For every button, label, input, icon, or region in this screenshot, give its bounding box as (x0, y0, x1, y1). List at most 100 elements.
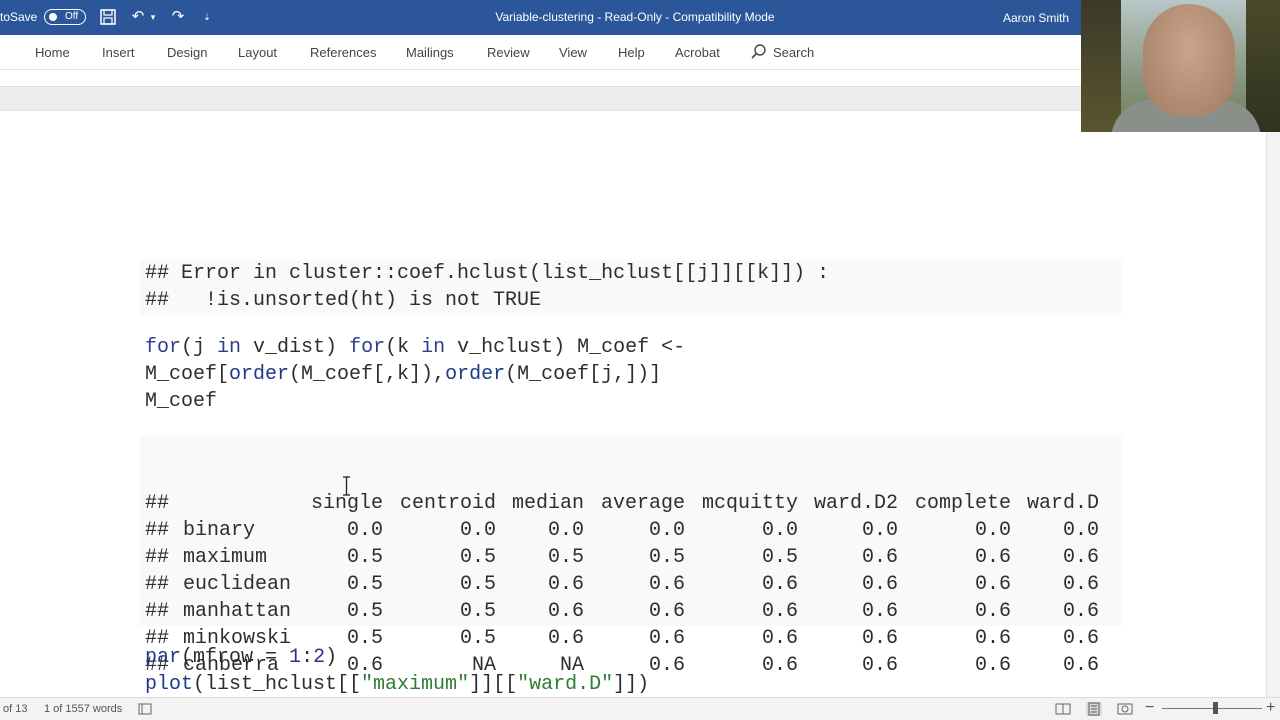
table-cell: 0.5 (459, 573, 496, 596)
keyword-for: for (349, 336, 386, 359)
tab-home[interactable]: Home (35, 45, 70, 60)
table-cell: 0.6 (1062, 546, 1099, 569)
tab-layout[interactable]: Layout (238, 45, 277, 60)
table-cell: 0.0 (346, 519, 383, 542)
table-cell: 0.6 (547, 627, 584, 650)
table-cell: 0.6 (974, 546, 1011, 569)
autosave-state: Off (65, 11, 79, 22)
row-name: binary (183, 519, 256, 542)
tab-mailings[interactable]: Mailings (406, 45, 454, 60)
table-cell: 0.6 (861, 600, 898, 623)
table-cell: 0.6 (974, 573, 1011, 596)
tab-acrobat[interactable]: Acrobat (675, 45, 720, 60)
number-literal: 1 (289, 646, 302, 669)
column-header: ward.D2 (813, 492, 898, 515)
table-row: ## euclidean 0.5 0.5 0.6 0.6 0.6 0.6 0.6… (145, 571, 1099, 598)
row-prefix: ## (145, 546, 170, 569)
function-order: order (229, 363, 290, 386)
code-line-print: M_coef (145, 390, 218, 413)
table-cell: 0.6 (861, 546, 898, 569)
code-text: M_coef[ (145, 363, 230, 386)
autosave-knob (49, 13, 57, 21)
table-cell: 0.5 (547, 546, 584, 569)
table-cell: 0.6 (1062, 654, 1099, 677)
table-cell: 0.5 (346, 573, 383, 596)
word-count[interactable]: 1 of 1557 words (44, 703, 122, 715)
webcam-overlay (1081, 0, 1280, 132)
table-cell: 0.0 (761, 519, 798, 542)
code-text: (k (385, 336, 422, 359)
customize-toolbar-icon[interactable]: ⇣ (200, 8, 214, 26)
table-cell: 0.6 (1062, 600, 1099, 623)
column-header: complete (914, 492, 1011, 515)
tab-view[interactable]: View (559, 45, 587, 60)
table-cell: 0.6 (1062, 627, 1099, 650)
table-cell: 0.5 (761, 546, 798, 569)
autosave-toggle[interactable]: Off (44, 9, 86, 25)
code-text: (mfrow = (181, 646, 290, 669)
table-cell: 0.0 (974, 519, 1011, 542)
row-name: manhattan (183, 600, 292, 623)
column-header: centroid (399, 492, 496, 515)
zoom-slider[interactable] (1162, 708, 1262, 709)
tab-review[interactable]: Review (487, 45, 530, 60)
read-mode-icon[interactable] (1055, 702, 1071, 716)
code-text: : (301, 646, 314, 669)
table-cell: 0.0 (459, 519, 496, 542)
function-plot: plot (145, 673, 194, 696)
table-cell: 0.5 (459, 600, 496, 623)
code-text: (M_coef[j,])] (505, 363, 662, 386)
user-name[interactable]: Aaron Smith (1003, 11, 1069, 25)
table-cell: 0.6 (761, 573, 798, 596)
table-cell: 0.6 (1062, 573, 1099, 596)
zoom-out-button[interactable]: − (1145, 699, 1154, 717)
tab-design[interactable]: Design (167, 45, 207, 60)
undo-dropdown-icon[interactable]: ▾ (148, 8, 158, 26)
zoom-slider-thumb[interactable] (1213, 702, 1218, 714)
search-icon[interactable] (750, 43, 768, 61)
zoom-in-button[interactable]: + (1266, 699, 1275, 717)
table-row: ## maximum 0.5 0.5 0.5 0.5 0.5 0.6 0.6 0… (145, 544, 1099, 571)
tab-references[interactable]: References (310, 45, 376, 60)
string-literal: "maximum" (361, 673, 470, 696)
table-cell: 0.6 (648, 573, 685, 596)
code-text: ]]) (613, 673, 650, 696)
row-prefix: ## (145, 573, 170, 596)
save-icon[interactable] (99, 8, 117, 26)
function-par: par (145, 646, 182, 669)
header-blank (183, 490, 309, 517)
table-cell: 0.6 (974, 600, 1011, 623)
table-cell: 0.6 (761, 627, 798, 650)
row-prefix: ## (145, 492, 170, 515)
table-cell: 0.6 (861, 654, 898, 677)
table-cell: 0.0 (1062, 519, 1099, 542)
code-text: v_hclust) M_coef <- (445, 336, 686, 359)
tab-help[interactable]: Help (618, 45, 645, 60)
redo-icon[interactable]: ↷ (169, 8, 187, 26)
status-bar: of 13 1 of 1557 words − + (0, 697, 1280, 720)
keyword-in: in (421, 336, 446, 359)
column-header: ward.D (1026, 492, 1099, 515)
search-label[interactable]: Search (773, 45, 814, 60)
error-line-1: ## Error in cluster::coef.hclust(list_hc… (145, 262, 830, 285)
tab-insert[interactable]: Insert (102, 45, 135, 60)
row-name: maximum (183, 546, 268, 569)
code-text: (j (181, 336, 218, 359)
table-row: ## manhattan 0.5 0.5 0.6 0.6 0.6 0.6 0.6… (145, 598, 1099, 625)
code-line-order: M_coef[order(M_coef[,k]),order(M_coef[j,… (145, 361, 661, 388)
table-cell: 0.0 (861, 519, 898, 542)
code-text: ]][[ (469, 673, 518, 696)
web-layout-icon[interactable] (1117, 702, 1133, 716)
document-title: Variable-clustering - Read-Only - Compat… (495, 10, 775, 24)
page-count[interactable]: of 13 (3, 703, 27, 715)
undo-icon[interactable]: ↶ (129, 8, 147, 26)
table-row: ## binary 0.0 0.0 0.0 0.0 0.0 0.0 0.0 0.… (145, 517, 1099, 544)
print-layout-icon[interactable] (1086, 702, 1102, 716)
vertical-scrollbar[interactable] (1266, 111, 1280, 697)
table-cell: 0.5 (346, 600, 383, 623)
code-text: (list_hclust[[ (193, 673, 362, 696)
table-cell: 0.5 (459, 546, 496, 569)
table-cell: 0.5 (346, 546, 383, 569)
proofing-icon[interactable] (138, 703, 152, 715)
code-line-par: par(mfrow = 1:2) (145, 644, 337, 671)
